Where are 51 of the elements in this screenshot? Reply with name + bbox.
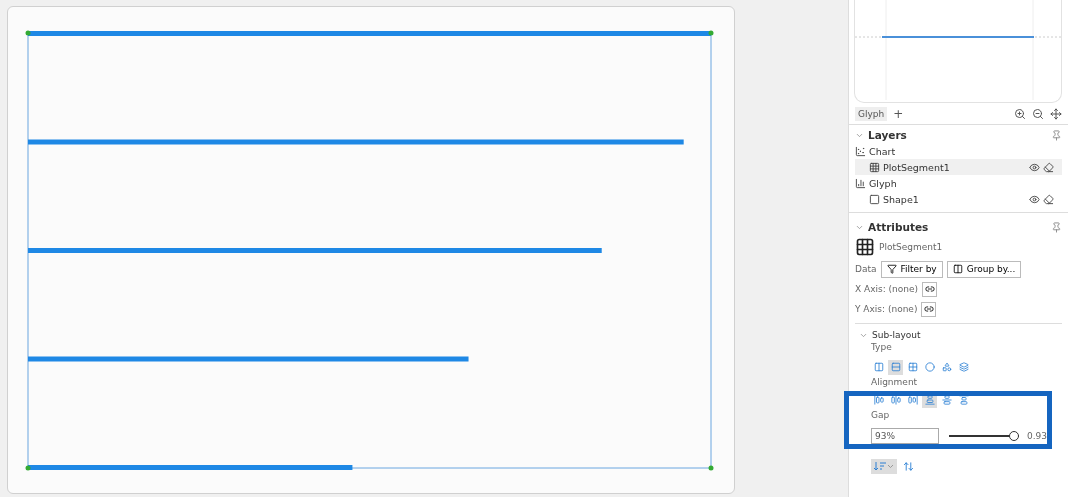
gap-field[interactable]: 93% <box>871 428 939 444</box>
slider-thumb[interactable] <box>1009 431 1020 441</box>
resize-handle[interactable] <box>708 30 714 36</box>
resize-handle[interactable] <box>708 465 714 471</box>
eye-icon[interactable] <box>1029 193 1040 205</box>
type-label: Type <box>870 342 893 354</box>
axis-label: X Axis: (none) <box>855 284 919 294</box>
layout-type-button[interactable] <box>956 359 971 375</box>
section-title: Attributes <box>868 221 929 233</box>
pin-icon[interactable] <box>1051 129 1062 141</box>
subsection-title: Sub-layout <box>872 330 921 340</box>
link-icon <box>924 284 935 294</box>
data-label: Data <box>855 264 877 274</box>
shape-icon <box>869 193 880 205</box>
link-icon <box>923 304 934 314</box>
move-icon[interactable] <box>1050 107 1062 120</box>
object-name: PlotSegment1 <box>879 242 943 252</box>
layout-type-button[interactable] <box>922 359 937 375</box>
layer-item[interactable]: Glyph <box>855 175 1062 191</box>
add-icon[interactable]: + <box>893 106 904 121</box>
gap-label: Gap <box>870 410 891 422</box>
group-icon <box>952 264 963 274</box>
grid-icon <box>855 237 875 257</box>
axis-label: Y Axis: (none) <box>855 304 918 314</box>
swap-icon[interactable] <box>903 460 914 472</box>
sort-icon <box>874 461 894 471</box>
filter-button[interactable]: Filter by <box>880 260 943 278</box>
filter-icon <box>886 264 897 274</box>
glyph-tab[interactable]: Glyph <box>855 106 888 121</box>
layer-item[interactable]: PlotSegment1 <box>855 159 1062 175</box>
alignment-label: Alignment <box>870 377 919 389</box>
resize-handle[interactable] <box>25 30 31 36</box>
layer-item[interactable]: Shape1 <box>855 191 1062 207</box>
resize-handle[interactable] <box>25 465 31 471</box>
layer-item[interactable]: Chart <box>855 143 1062 159</box>
sort-dropdown[interactable] <box>871 458 897 474</box>
eraser-icon[interactable] <box>1043 161 1054 173</box>
eye-icon[interactable] <box>1029 161 1040 173</box>
eraser-icon[interactable] <box>1043 193 1054 205</box>
group-button[interactable]: Group by... <box>946 260 1022 278</box>
chart-icon <box>855 145 866 157</box>
grid-icon <box>869 161 880 173</box>
zoom-in-icon[interactable] <box>1014 107 1026 120</box>
zoom-out-icon[interactable] <box>1032 107 1044 120</box>
link-button[interactable] <box>921 301 937 317</box>
section-title: Layers <box>868 129 907 141</box>
layout-type-button[interactable] <box>888 359 903 375</box>
gap-reading: 0.93 <box>1027 431 1048 441</box>
pin-icon[interactable] <box>1051 221 1062 233</box>
glyph-icon <box>855 177 866 189</box>
link-button[interactable] <box>922 281 938 297</box>
